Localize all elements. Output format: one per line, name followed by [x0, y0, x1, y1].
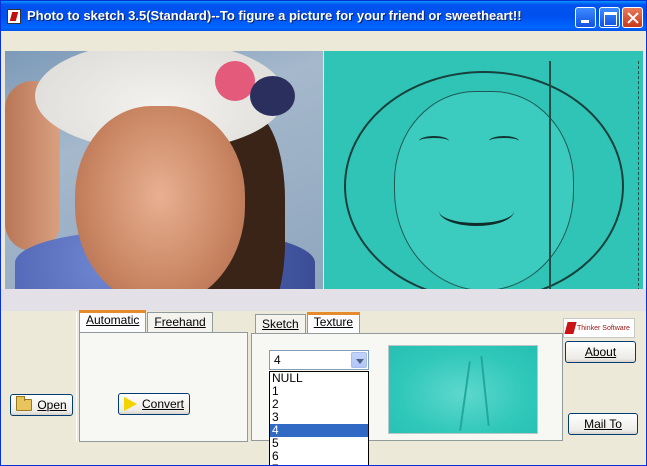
mode-tab-panel: [79, 332, 248, 442]
play-icon: [123, 397, 137, 411]
sketch-eye: [489, 136, 519, 146]
texture-select[interactable]: 4: [269, 350, 369, 370]
dropdown-option[interactable]: 6: [270, 450, 368, 463]
maximize-button[interactable]: [599, 7, 620, 28]
dropdown-option-selected[interactable]: 4: [270, 424, 368, 437]
sketch-mouth: [439, 196, 514, 226]
open-button[interactable]: Open: [10, 394, 73, 416]
bamboo-stalk: [459, 361, 471, 431]
photo-hat-flower: [250, 76, 295, 116]
close-button[interactable]: [622, 7, 643, 28]
tab-texture[interactable]: Texture: [306, 312, 361, 334]
open-panel: [5, 312, 77, 442]
tab-sketch[interactable]: Sketch: [255, 314, 306, 334]
mode-tabs: Automatic Freehand: [79, 310, 214, 333]
dropdown-option[interactable]: 1: [270, 385, 368, 398]
about-button[interactable]: About: [565, 341, 636, 363]
dropdown-option[interactable]: 2: [270, 398, 368, 411]
folder-icon: [16, 396, 33, 411]
sketch-face: [394, 91, 574, 289]
chevron-down-icon[interactable]: [351, 352, 367, 368]
app-icon: [7, 9, 21, 24]
tab-freehand[interactable]: Freehand: [147, 312, 213, 332]
sketch-background-lines: [549, 61, 639, 289]
original-photo-panel: [5, 51, 323, 289]
tab-automatic-label: Automatic: [86, 313, 140, 327]
tab-freehand-label: Freehand: [154, 315, 206, 329]
texture-preview: [388, 345, 538, 434]
convert-button-label: Convert: [141, 397, 185, 411]
tab-texture-label: Texture: [313, 315, 354, 329]
logo-icon: [564, 322, 577, 334]
tab-sketch-label: Sketch: [262, 317, 299, 331]
photo-face: [75, 106, 245, 289]
bamboo-stalk: [480, 356, 490, 426]
convert-button[interactable]: Convert: [118, 393, 190, 415]
minimize-button[interactable]: [575, 7, 596, 28]
sketch-eye: [419, 136, 449, 146]
app-window: Photo to sketch 3.5(Standard)--To figure…: [0, 0, 647, 466]
vendor-logo: Thinker Software: [563, 318, 635, 338]
texture-dropdown-list: NULL 1 2 3 4 5 6 7: [269, 371, 369, 465]
divider-strip: [1, 289, 646, 311]
mail-to-button-label: Mail To: [584, 417, 622, 431]
mail-to-button[interactable]: Mail To: [568, 413, 638, 435]
logo-text: Thinker Software: [577, 324, 630, 332]
about-button-label: About: [584, 345, 617, 359]
dropdown-option[interactable]: 5: [270, 437, 368, 450]
photo-hat-flower: [215, 61, 255, 101]
window-title: Photo to sketch 3.5(Standard)--To figure…: [27, 8, 522, 23]
open-button-label: Open: [37, 398, 67, 412]
sketch-preview-panel: [324, 51, 643, 289]
texture-select-value: 4: [274, 353, 281, 367]
title-bar[interactable]: Photo to sketch 3.5(Standard)--To figure…: [1, 1, 646, 31]
dropdown-option[interactable]: NULL: [270, 372, 368, 385]
tab-automatic[interactable]: Automatic: [79, 310, 147, 332]
style-tabs: Sketch Texture: [255, 312, 361, 335]
dropdown-option[interactable]: 3: [270, 411, 368, 424]
